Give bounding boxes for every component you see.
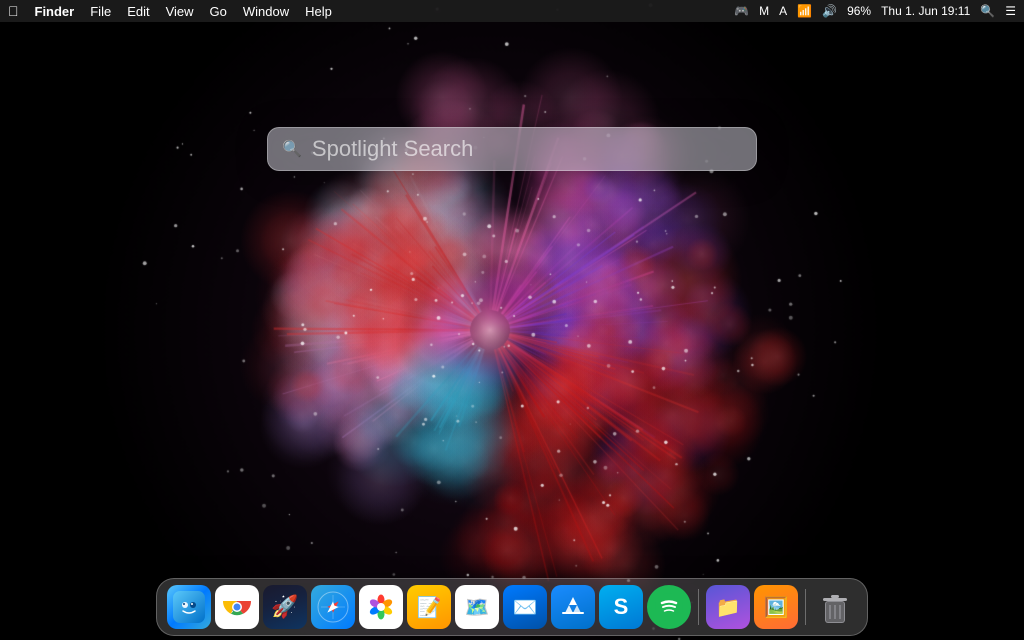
spotlight-search-icon: 🔍 (282, 139, 302, 159)
dock-icon-finder[interactable] (167, 585, 211, 629)
search-menu-icon[interactable]: 🔍 (980, 4, 995, 18)
dock-icon-files[interactable]: 📁 (706, 585, 750, 629)
menubar-left:  Finder File Edit View Go Window Help (8, 3, 332, 19)
dock-icon-maps[interactable]: 🗺️ (455, 585, 499, 629)
dock-icon-preview[interactable]: 🖼️ (754, 585, 798, 629)
menu-finder[interactable]: Finder (35, 4, 75, 19)
dock-icon-notes[interactable]: 📝 (407, 585, 451, 629)
vpn-icon: A (779, 4, 787, 18)
dock-icon-photos[interactable] (359, 585, 403, 629)
dock-container: 🚀 (156, 578, 868, 636)
dock-icon-appstore[interactable] (551, 585, 595, 629)
menu-view[interactable]: View (166, 4, 194, 19)
dock-icon-skype[interactable]: S (599, 585, 643, 629)
dock-icon-safari[interactable] (311, 585, 355, 629)
mail-status-icon: M (759, 4, 769, 18)
spotlight-container: 🔍 (267, 127, 757, 171)
dock: 🚀 (156, 578, 868, 636)
wifi-icon[interactable]: 📶 (797, 4, 812, 18)
menubar:  Finder File Edit View Go Window Help 🎮… (0, 0, 1024, 22)
wallpaper (0, 0, 1024, 640)
battery-label: 96% (847, 4, 871, 18)
dock-icon-launchpad[interactable]: 🚀 (263, 585, 307, 629)
menu-file[interactable]: File (90, 4, 111, 19)
spotlight-bar: 🔍 (267, 127, 757, 171)
menu-help[interactable]: Help (305, 4, 332, 19)
dock-separator-2 (805, 589, 806, 625)
menubar-right: 🎮 M A 📶 🔊 96% Thu 1. Jun 19:11 🔍 ☰ (734, 4, 1016, 18)
menu-window[interactable]: Window (243, 4, 289, 19)
dock-icon-trash[interactable] (813, 585, 857, 629)
dock-separator (698, 589, 699, 625)
volume-icon[interactable]: 🔊 (822, 4, 837, 18)
datetime-label: Thu 1. Jun 19:11 (881, 4, 970, 18)
menu-edit[interactable]: Edit (127, 4, 149, 19)
dock-icon-chrome[interactable] (215, 585, 259, 629)
apple-menu[interactable]:  (8, 3, 19, 19)
menu-go[interactable]: Go (210, 4, 227, 19)
menu-list-icon[interactable]: ☰ (1005, 4, 1016, 18)
arcade-icon: 🎮 (734, 4, 749, 18)
spotlight-input[interactable] (312, 136, 742, 162)
desktop (0, 0, 1024, 640)
dock-icon-spotify[interactable] (647, 585, 691, 629)
dock-icon-mail[interactable]: ✉️ (503, 585, 547, 629)
